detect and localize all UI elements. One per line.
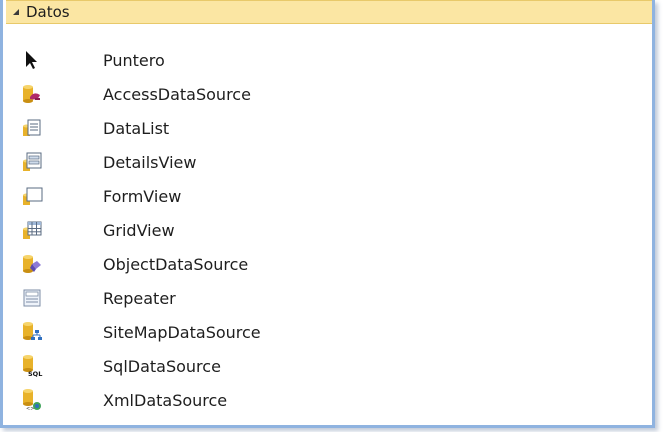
pointer-arrow-icon — [21, 49, 43, 71]
toolbox-item-accessdatasource[interactable]: AccessDataSource — [6, 77, 606, 111]
toolbox-item-label: SqlDataSource — [103, 356, 221, 376]
toolbox-item-sitemapdatasource[interactable]: SiteMapDataSource — [6, 315, 606, 349]
triangle-down-icon[interactable] — [8, 4, 24, 20]
toolbox-item-formview[interactable]: FormView — [6, 179, 606, 213]
detailsview-icon — [21, 151, 43, 173]
category-header[interactable]: Datos — [6, 0, 652, 24]
toolbox-item-repeater[interactable]: Repeater — [6, 281, 606, 315]
formview-icon — [21, 185, 43, 207]
sql-datasource-icon: SQL — [21, 355, 43, 378]
gridview-icon — [21, 219, 43, 241]
datalist-icon — [21, 117, 43, 139]
sitemap-datasource-icon — [21, 321, 43, 343]
toolbox-panel: Datos Puntero AccessDataSource DataList … — [0, 0, 655, 428]
svg-text:<>: <> — [26, 406, 34, 411]
svg-text:SQL: SQL — [28, 370, 42, 377]
toolbox-item-label: SiteMapDataSource — [103, 322, 261, 342]
toolbox-item-sqldatasource[interactable]: SQL SqlDataSource — [6, 349, 606, 383]
toolbox-item-label: DetailsView — [103, 152, 197, 172]
toolbox-item-label: ObjectDataSource — [103, 254, 249, 274]
repeater-icon — [21, 287, 43, 309]
toolbox-item-xmldatasource[interactable]: <> XmlDataSource — [6, 383, 606, 417]
object-datasource-icon — [21, 253, 43, 275]
xml-datasource-icon: <> — [21, 389, 43, 412]
category-title: Datos — [26, 3, 70, 21]
toolbox-item-label: DataList — [103, 118, 170, 138]
access-datasource-icon — [21, 83, 43, 105]
toolbox-item-label: XmlDataSource — [103, 390, 228, 410]
toolbox-item-label: AccessDataSource — [103, 84, 251, 104]
toolbox-item-datalist[interactable]: DataList — [6, 111, 606, 145]
toolbox-item-label: GridView — [103, 220, 175, 240]
toolbox-item-gridview[interactable]: GridView — [6, 213, 606, 247]
toolbox-item-label: Puntero — [103, 50, 165, 70]
toolbox-item-label: Repeater — [103, 288, 176, 308]
toolbox-item-objectdatasource[interactable]: ObjectDataSource — [6, 247, 606, 281]
toolbox-item-label: FormView — [103, 186, 182, 206]
toolbox-item-detailsview[interactable]: DetailsView — [6, 145, 606, 179]
toolbox-item-puntero[interactable]: Puntero — [6, 43, 606, 77]
